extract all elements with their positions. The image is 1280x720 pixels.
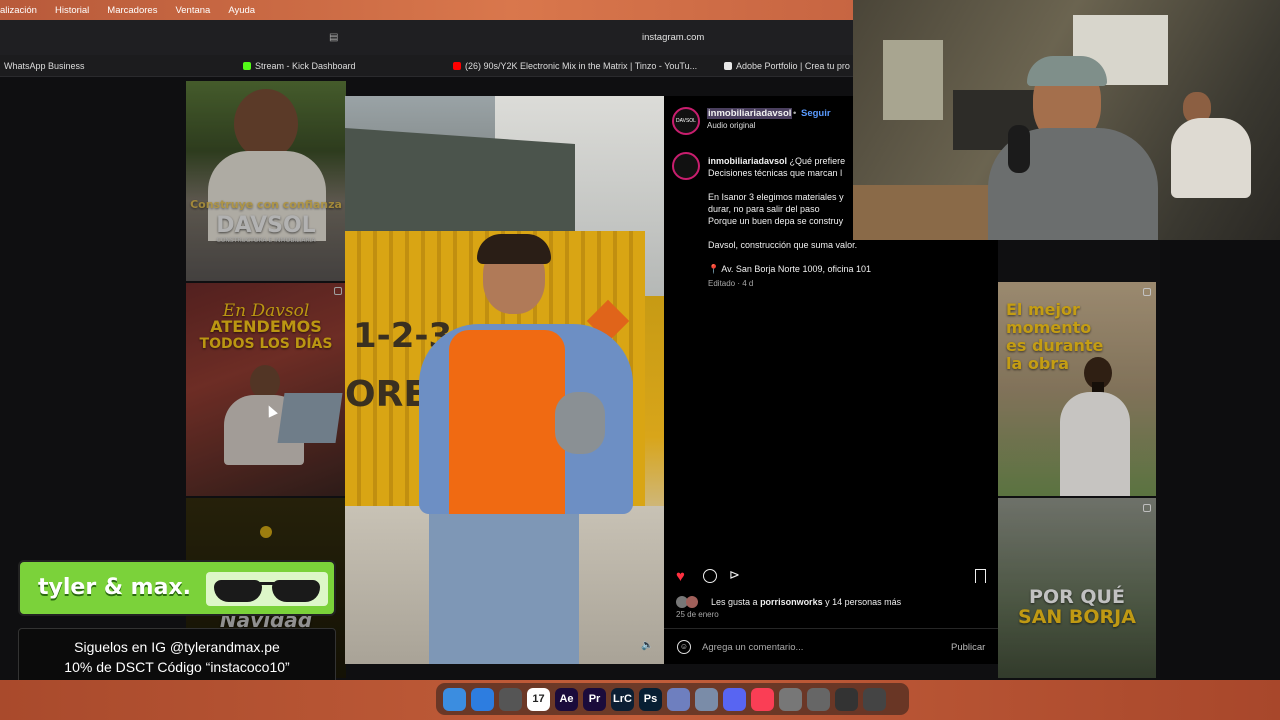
caption-line-6: Davsol, construcción que suma valor. [708, 240, 858, 250]
cap [1027, 56, 1107, 86]
publish-button[interactable]: Publicar [951, 642, 985, 653]
likes-summary[interactable]: Les gusta a porrisonworks y 14 personas … [711, 597, 901, 607]
dock-discord-icon[interactable] [723, 687, 746, 711]
dock-notes-app-icon[interactable] [499, 687, 522, 711]
pin-icon: 📍 [708, 264, 720, 274]
dock-lightroom-classic-icon[interactable]: LrC [611, 687, 634, 711]
edited-label: Editado · 4 d [708, 279, 754, 288]
adobe-portfolio-icon [724, 62, 732, 70]
reel-video[interactable]: 1-2-3 ORE 🔈 [345, 96, 664, 664]
like-heart-icon[interactable]: ♥ [676, 568, 685, 585]
safety-vest [449, 330, 565, 520]
promo-box: Siguelos en IG @tylerandmax.pe 10% de DS… [18, 628, 336, 686]
sponsor-logo: tyler & max. [38, 575, 191, 600]
dock-app-blue-icon[interactable] [667, 687, 690, 711]
caption-line-2: Decisiones técnicas que marcan l [708, 168, 843, 178]
microphone [1008, 125, 1030, 173]
post-date: 25 de enero [676, 610, 719, 619]
dock-app-gray-icon[interactable] [779, 687, 802, 711]
tab-overview-icon[interactable]: ▤ [329, 32, 338, 43]
caption-location: 📍 Av. San Borja Norte 1009, oficina 101 [708, 264, 871, 274]
grid-post-atendemos[interactable]: En Davsol ATENDEMOS TODOS LOS DÍAS [186, 283, 346, 496]
author-avatar[interactable]: DAVSOL [672, 107, 700, 135]
bookmark-kick-dashboard[interactable]: Stream - Kick Dashboard [243, 61, 356, 71]
bookmark-whatsapp-business[interactable]: WhatsApp Business [4, 61, 85, 71]
caption-line-1: inmobiliariadavsol ¿Qué prefiere [708, 156, 846, 166]
browser-toolbar: ▤ instagram.com [0, 20, 853, 55]
menu-item-bookmarks[interactable]: Marcadores [107, 5, 157, 16]
menu-item-help[interactable]: Ayuda [228, 5, 255, 16]
menu-item-window[interactable]: Ventana [175, 5, 210, 16]
person-hair [477, 234, 551, 264]
sponsor-banner: tyler & max. [18, 560, 336, 616]
person-back-shirt [1171, 118, 1251, 198]
dock-calendar-icon[interactable]: 17 [527, 687, 550, 711]
caption-username[interactable]: inmobiliariadavsol [708, 156, 787, 166]
dock-keynote-icon[interactable] [695, 687, 718, 711]
dock-trash-icon[interactable] [863, 687, 886, 711]
container-text: ORE [345, 374, 428, 415]
jeans [429, 514, 579, 664]
dim-overlay [186, 81, 346, 281]
caption-line-5: Porque un buen depa se construy [708, 216, 844, 226]
promo-line-2: 10% de DSCT Código “instacoco10” [64, 659, 290, 675]
divider [664, 628, 998, 629]
caption-avatar[interactable] [672, 152, 700, 180]
dock-safari-icon[interactable] [471, 687, 494, 711]
emoji-icon[interactable]: ☺ [677, 640, 691, 654]
youtube-icon [453, 62, 461, 70]
dock-premiere-icon[interactable]: Pr [583, 687, 606, 711]
bookmark-youtube-mix[interactable]: (26) 90s/Y2K Electronic Mix in the Matri… [453, 61, 697, 71]
webcam-feed [853, 0, 1280, 240]
dock-app-dark-icon[interactable] [835, 687, 858, 711]
separator-dot: • [793, 108, 797, 119]
caption-line-4: durar, no para salir del paso [708, 204, 820, 214]
follow-button[interactable]: Seguir [801, 108, 831, 119]
share-icon[interactable]: ⊳ [729, 567, 740, 583]
menu-bar: alización Historial Marcadores Ventana A… [0, 0, 853, 20]
save-bookmark-icon[interactable] [975, 569, 986, 583]
menu-item-view[interactable]: alización [0, 5, 37, 16]
dock-finder-icon[interactable] [443, 687, 466, 711]
dock-music-icon[interactable] [751, 687, 774, 711]
kick-icon [243, 62, 251, 70]
dock-after-effects-icon[interactable]: Ae [555, 687, 578, 711]
dim-overlay [998, 282, 1156, 496]
caption-line-3: En Isanor 3 elegimos materiales y [708, 192, 844, 202]
grid-post-por-que-san-borja[interactable]: POR QUÉ SAN BORJA [998, 498, 1156, 678]
dim-overlay [998, 498, 1156, 678]
volume-icon[interactable]: 🔈 [641, 640, 653, 651]
address-bar[interactable]: instagram.com [642, 32, 704, 43]
liked-by-avatars [676, 596, 698, 608]
hard-hat [555, 392, 605, 454]
dim-overlay [186, 283, 346, 496]
dock-app-settings-icon[interactable] [807, 687, 830, 711]
audio-label[interactable]: Audio original [707, 121, 755, 130]
menu-item-history[interactable]: Historial [55, 5, 89, 16]
bookmark-adobe-portfolio[interactable]: Adobe Portfolio | Crea tu pro [724, 61, 850, 71]
bookmarks-bar: WhatsApp Business Stream - Kick Dashboar… [0, 55, 853, 77]
author-username[interactable]: inmobiliariadavsol [707, 108, 793, 119]
dock: 17 Ae Pr LrC Ps [436, 683, 909, 715]
promo-line-1: Siguelos en IG @tylerandmax.pe [74, 639, 280, 655]
window [883, 40, 943, 120]
dock-photoshop-icon[interactable]: Ps [639, 687, 662, 711]
sunglasses-image [206, 572, 328, 606]
grid-post-construye[interactable]: Construye con confianza DAVSOL CONSTRUCT… [186, 81, 346, 281]
comment-icon[interactable] [703, 569, 717, 583]
grid-post-mejor-momento[interactable]: El mejor momento es durante la obra [998, 282, 1156, 496]
comment-input[interactable]: Agrega un comentario... [702, 642, 803, 653]
